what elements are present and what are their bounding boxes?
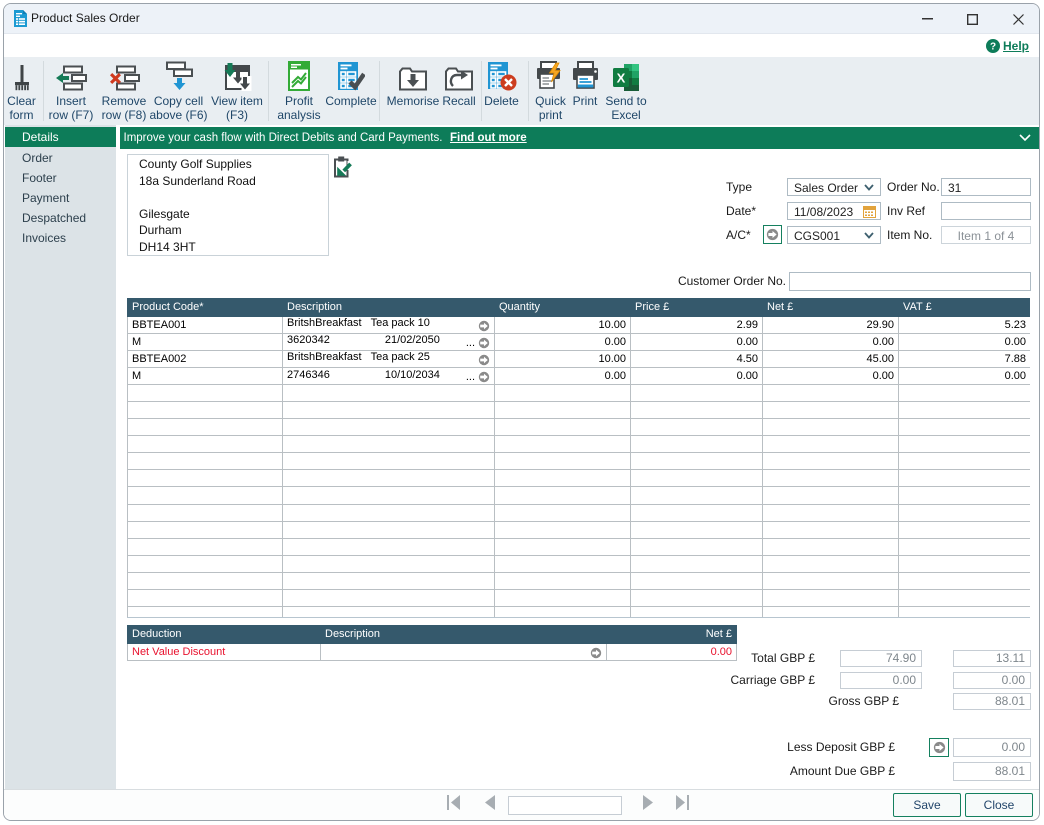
svg-text:X: X — [617, 71, 626, 86]
svg-text:?: ? — [990, 42, 996, 53]
